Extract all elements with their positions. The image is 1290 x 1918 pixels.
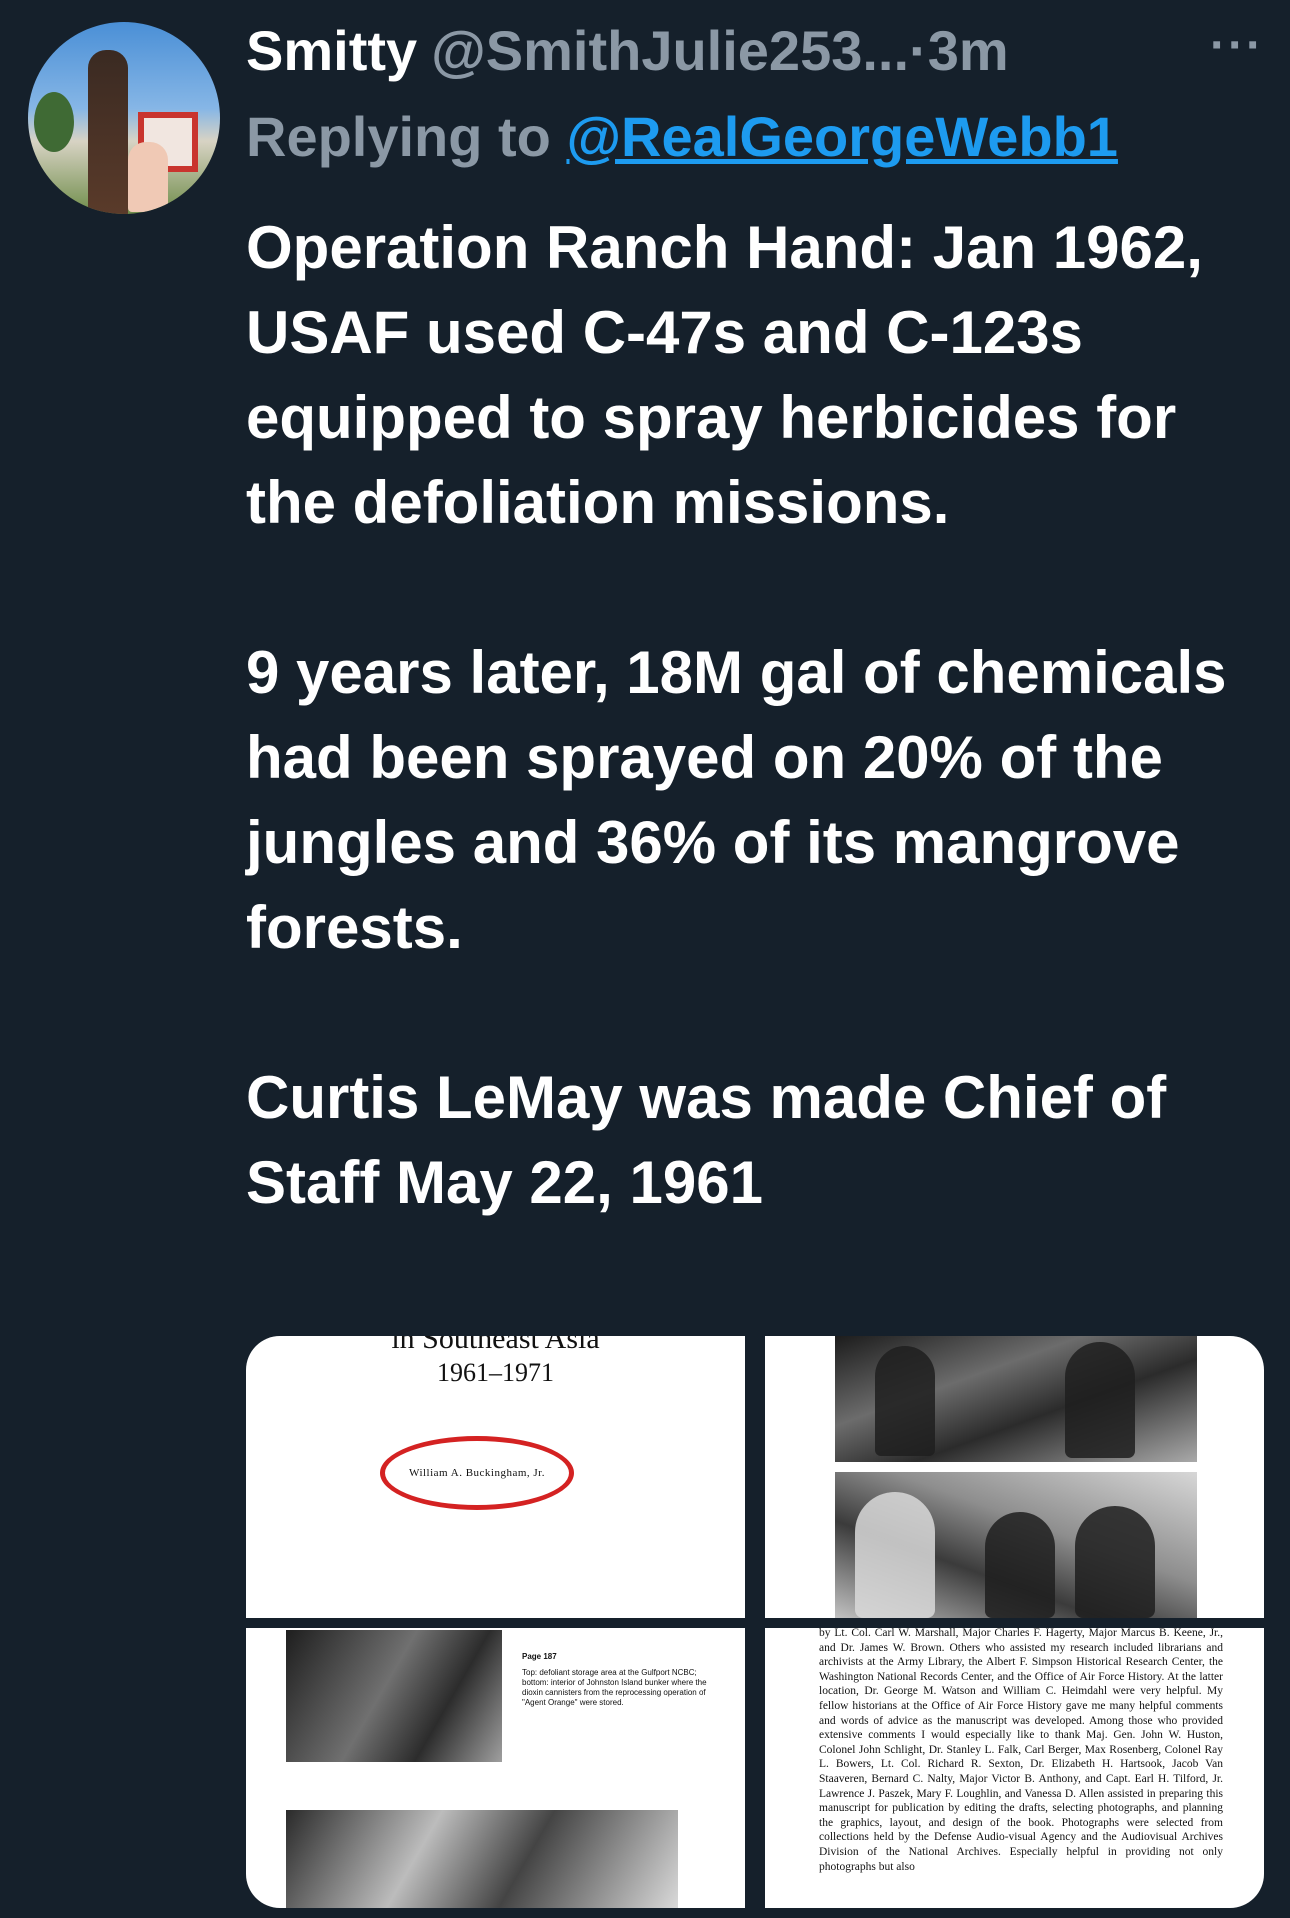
figure-silhouette	[855, 1492, 935, 1618]
avatar[interactable]	[28, 22, 220, 214]
document-text: by Lt. Col. Carl W. Marshall, Major Char…	[819, 1628, 1223, 1873]
replying-to: Replying to @RealGeorgeWebb1	[246, 104, 1118, 169]
tweet-text: Operation Ranch Hand: Jan 1962, USAF use…	[246, 205, 1256, 1225]
document-years: 1961–1971	[437, 1358, 554, 1387]
photo-workers	[286, 1810, 678, 1908]
reply-mention-link[interactable]: @RealGeorgeWebb1	[566, 105, 1118, 168]
photo-storage-area	[286, 1630, 502, 1762]
figure-silhouette	[1065, 1342, 1135, 1458]
document-title: in Southeast Asia	[391, 1336, 600, 1355]
figure-silhouette	[985, 1512, 1055, 1618]
figure-silhouette	[1075, 1506, 1155, 1618]
caption-text: Top: defoliant storage area at the Gulfp…	[522, 1668, 707, 1707]
media-image-3[interactable]: Page 187 Top: defoliant storage area at …	[246, 1628, 745, 1908]
tweet-header: Smitty @SmithJulie253... · 3m	[246, 14, 1009, 86]
avatar-tree	[34, 92, 74, 152]
media-image-1[interactable]: in Southeast Asia 1961–1971 William A. B…	[246, 1336, 745, 1618]
media-grid: in Southeast Asia 1961–1971 William A. B…	[246, 1336, 1264, 1908]
figure-silhouette	[875, 1346, 935, 1456]
photo-seated-officials	[835, 1336, 1197, 1462]
red-circle-annotation: William A. Buckingham, Jr.	[380, 1436, 574, 1510]
media-image-2[interactable]	[765, 1336, 1264, 1618]
separator-dot: ·	[909, 18, 928, 82]
photo-caption: Page 187 Top: defoliant storage area at …	[522, 1652, 712, 1708]
replying-to-label: Replying to	[246, 105, 551, 168]
document-author: William A. Buckingham, Jr.	[409, 1467, 545, 1479]
tweet-paragraph: Operation Ranch Hand: Jan 1962, USAF use…	[246, 214, 1203, 536]
avatar-totem	[88, 50, 128, 214]
avatar-person	[128, 142, 168, 212]
page-number: Page 187	[522, 1652, 557, 1661]
author-display-name[interactable]: Smitty	[246, 18, 417, 83]
author-handle[interactable]: @SmithJulie253...	[431, 18, 909, 83]
tweet-paragraph: Curtis LeMay was made Chief of Staff May…	[246, 1064, 1167, 1216]
media-image-4[interactable]: by Lt. Col. Carl W. Marshall, Major Char…	[765, 1628, 1264, 1908]
tweet-timestamp[interactable]: 3m	[928, 18, 1009, 83]
ellipsis-icon[interactable]: ···	[1210, 18, 1264, 73]
photo-military-officers	[835, 1472, 1197, 1618]
tweet-paragraph: 9 years later, 18M gal of chemicals had …	[246, 639, 1227, 961]
